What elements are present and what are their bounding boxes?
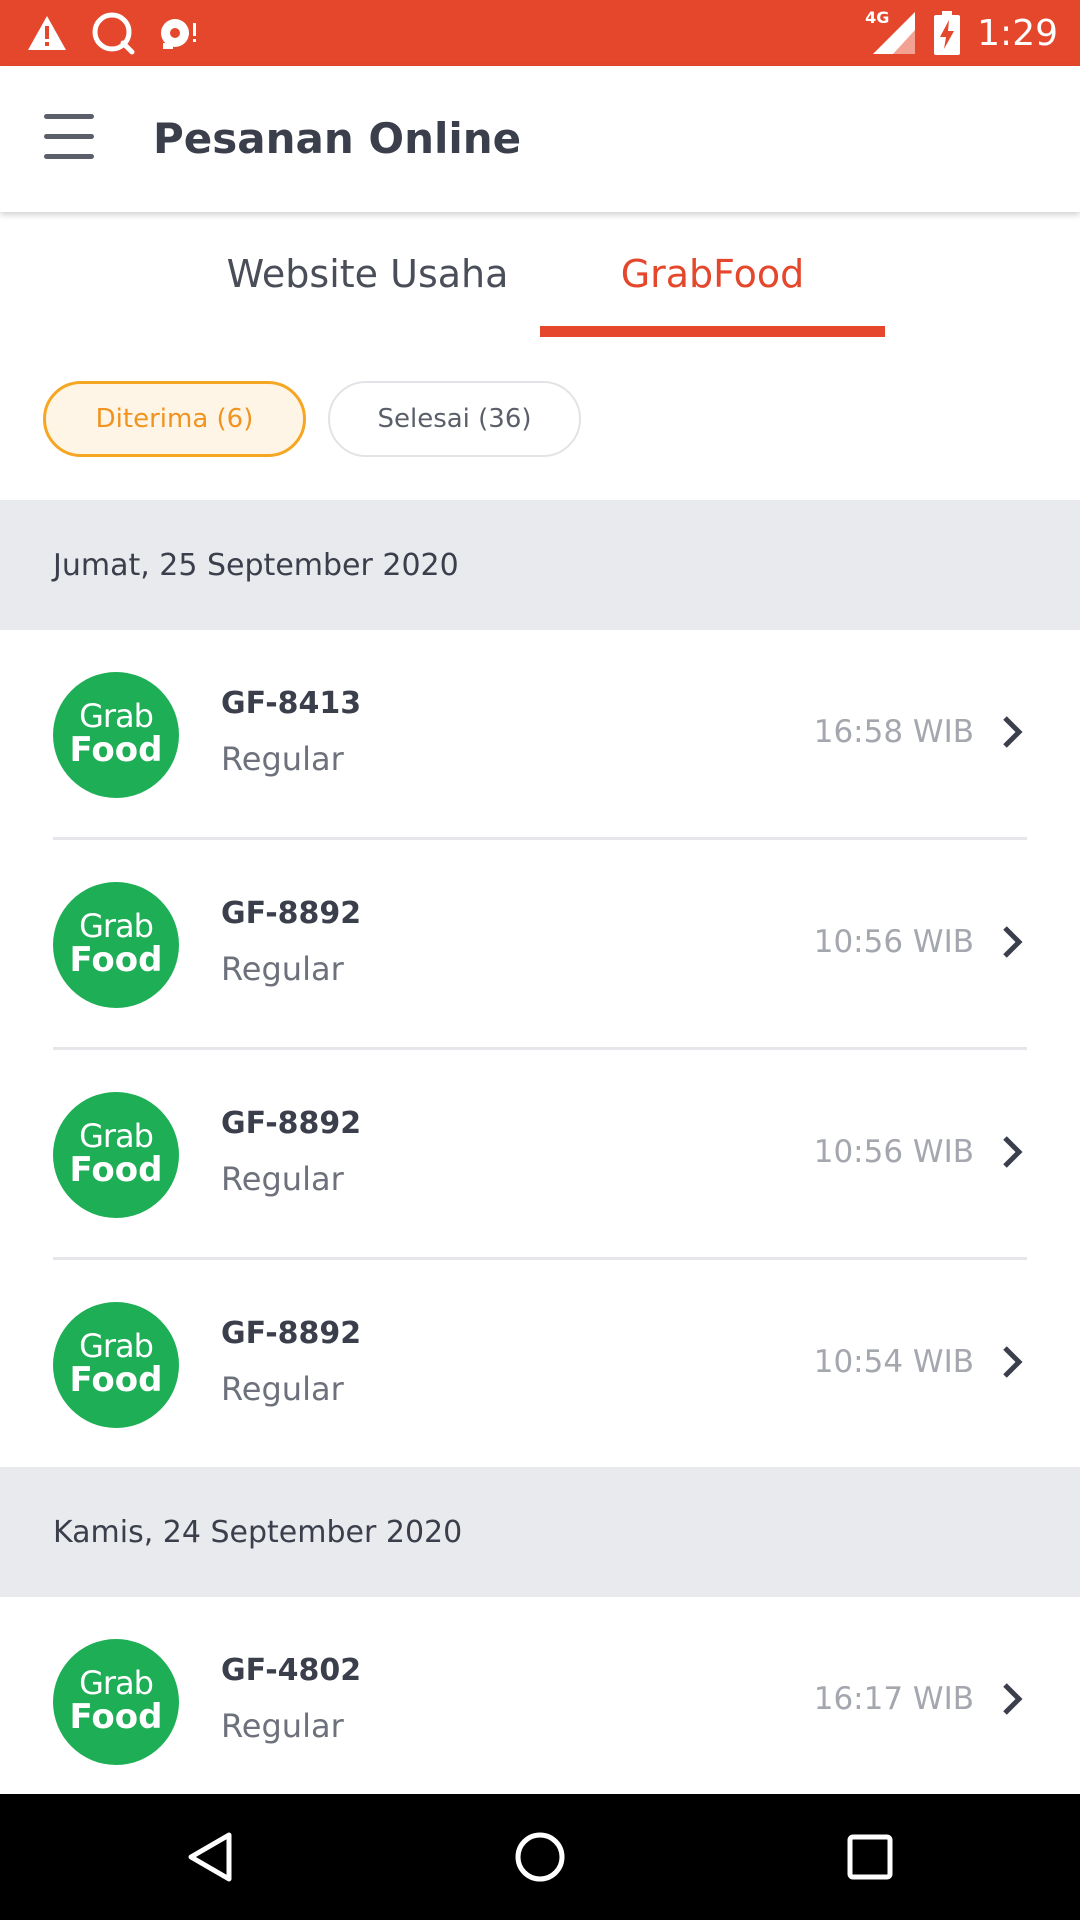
grabfood-logo: Grab Food — [53, 1092, 179, 1218]
order-id: GF-8892 — [221, 1316, 362, 1351]
order-type: Regular — [221, 740, 344, 778]
page-title: Pesanan Online — [153, 114, 522, 163]
grabfood-logo: Grab Food — [53, 1639, 179, 1765]
date-label: Kamis, 24 September 2020 — [53, 1515, 463, 1550]
app-bar: Pesanan Online — [0, 66, 1080, 212]
order-type: Regular — [221, 950, 344, 988]
warning-icon — [28, 16, 66, 50]
tab-website-usaha[interactable]: Website Usaha — [205, 252, 530, 296]
order-id: GF-8892 — [221, 896, 362, 931]
recents-square-icon[interactable] — [840, 1827, 900, 1887]
grabfood-logo: Grab Food — [53, 882, 179, 1008]
chevron-right-icon — [1003, 716, 1023, 748]
chevron-right-icon — [1003, 1683, 1023, 1715]
order-list-item[interactable]: Grab Food GF-8892 Regular 10:54 WIB — [0, 1260, 1080, 1470]
clock-time: 1:29 — [977, 12, 1058, 54]
status-filter-chips: Diterima (6) Selesai (36) — [0, 340, 1080, 500]
order-time: 10:54 WIB — [813, 1344, 974, 1380]
tab-grabfood[interactable]: GrabFood — [540, 252, 885, 296]
order-time: 10:56 WIB — [813, 924, 974, 960]
order-list-item[interactable]: Grab Food GF-4802 Regular 16:17 WIB — [0, 1597, 1080, 1807]
back-triangle-icon[interactable] — [181, 1827, 241, 1887]
date-section-header: Jumat, 25 September 2020 — [0, 500, 1080, 630]
chevron-right-icon — [1003, 1136, 1023, 1168]
active-tab-indicator — [540, 326, 885, 337]
order-id: GF-4802 — [221, 1653, 362, 1688]
grabfood-logo: Grab Food — [53, 672, 179, 798]
order-id: GF-8892 — [221, 1106, 362, 1141]
chevron-right-icon — [1003, 1346, 1023, 1378]
date-section-header: Kamis, 24 September 2020 — [0, 1467, 1080, 1597]
order-time: 10:56 WIB — [813, 1134, 974, 1170]
battery-charging-icon — [934, 11, 961, 55]
order-type: Regular — [221, 1707, 344, 1745]
order-time: 16:17 WIB — [813, 1681, 974, 1717]
status-bar: 4G 1:29 — [0, 0, 1080, 66]
order-list-item[interactable]: Grab Food GF-8892 Regular 10:56 WIB — [0, 1050, 1080, 1260]
filter-chip-selesai[interactable]: Selesai (36) — [328, 381, 581, 457]
order-list-item[interactable]: Grab Food GF-8413 Regular 16:58 WIB — [0, 630, 1080, 840]
order-type: Regular — [221, 1370, 344, 1408]
order-type: Regular — [221, 1160, 344, 1198]
signal-icon: 4G — [865, 8, 917, 56]
hamburger-menu-icon[interactable] — [44, 114, 96, 160]
date-label: Jumat, 25 September 2020 — [53, 548, 459, 583]
system-navigation-bar — [0, 1794, 1080, 1920]
notification-badge-icon — [161, 19, 196, 49]
tab-bar: Website Usaha GrabFood — [0, 212, 1080, 340]
grabfood-logo: Grab Food — [53, 1302, 179, 1428]
order-time: 16:58 WIB — [813, 714, 974, 750]
order-id: GF-8413 — [221, 686, 362, 721]
home-circle-icon[interactable] — [510, 1827, 570, 1887]
network-type-label: 4G — [865, 8, 890, 27]
chat-bubble-icon — [92, 12, 135, 55]
chevron-right-icon — [1003, 926, 1023, 958]
filter-chip-diterima[interactable]: Diterima (6) — [43, 381, 306, 457]
order-list-item[interactable]: Grab Food GF-8892 Regular 10:56 WIB — [0, 840, 1080, 1050]
